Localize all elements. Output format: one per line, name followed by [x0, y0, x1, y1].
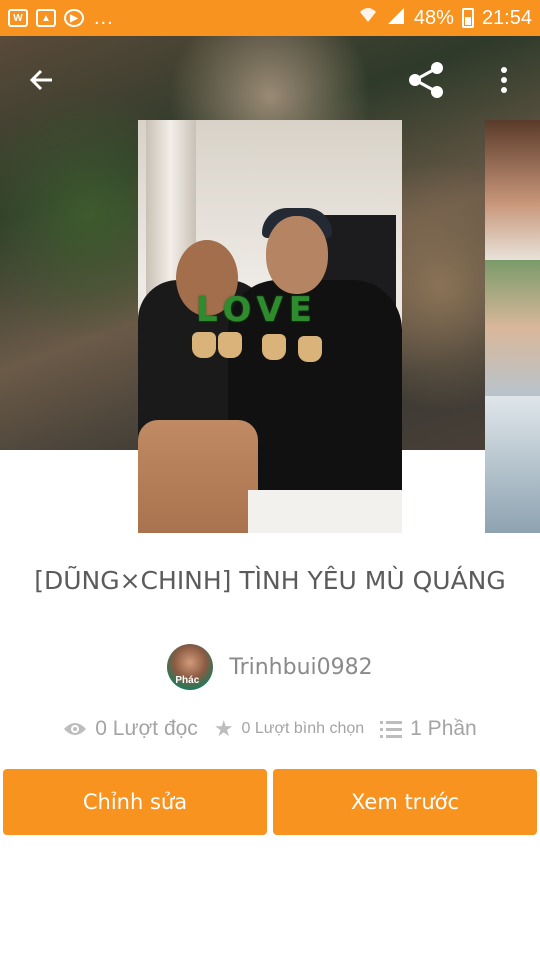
app-notification-icon: W	[8, 9, 28, 27]
overflow-menu-button[interactable]	[484, 60, 524, 100]
more-vertical-icon	[501, 67, 507, 93]
more-notifications: ...	[94, 7, 114, 29]
next-story-cover[interactable]	[485, 120, 540, 533]
wifi-icon	[358, 6, 378, 30]
story-title: [DŨNG×CHINH] TÌNH YÊU MÙ QUÁNG	[34, 566, 506, 595]
author-row[interactable]: Phác Trinhbui0982	[0, 644, 540, 690]
status-bar: W ▲ ▶ ... 48% 21:54	[0, 0, 540, 36]
list-icon	[380, 720, 403, 738]
share-button[interactable]	[406, 60, 446, 100]
story-stats: 0 Lượt đọc ★ 0 Lượt bình chọn 1 Phần	[0, 716, 540, 742]
author-name[interactable]: Trinhbui0982	[229, 655, 372, 680]
arrow-left-icon	[29, 69, 52, 91]
edit-button[interactable]: Chỉnh sửa	[3, 769, 267, 835]
battery-icon	[461, 8, 474, 28]
votes-count: 0 Lượt bình chọn	[241, 720, 365, 737]
story-cover-image[interactable]: LOVE	[138, 120, 402, 533]
clock: 21:54	[481, 6, 532, 29]
avatar-label: Phác	[175, 675, 200, 686]
share-icon	[409, 62, 443, 98]
cover-love-text: LOVE	[196, 290, 318, 330]
avatar[interactable]: Phác	[167, 644, 214, 690]
reads-count: 0 Lượt đọc	[95, 717, 198, 740]
media-notification-icon: ▶	[64, 9, 84, 27]
gallery-notification-icon: ▲	[36, 9, 56, 27]
star-icon: ★	[213, 716, 234, 741]
preview-button[interactable]: Xem trước	[273, 769, 537, 835]
back-button[interactable]	[22, 60, 62, 100]
signal-icon	[386, 6, 406, 30]
eye-icon	[63, 721, 87, 737]
battery-percent: 48%	[413, 6, 454, 29]
parts-count: 1 Phần	[410, 717, 477, 740]
